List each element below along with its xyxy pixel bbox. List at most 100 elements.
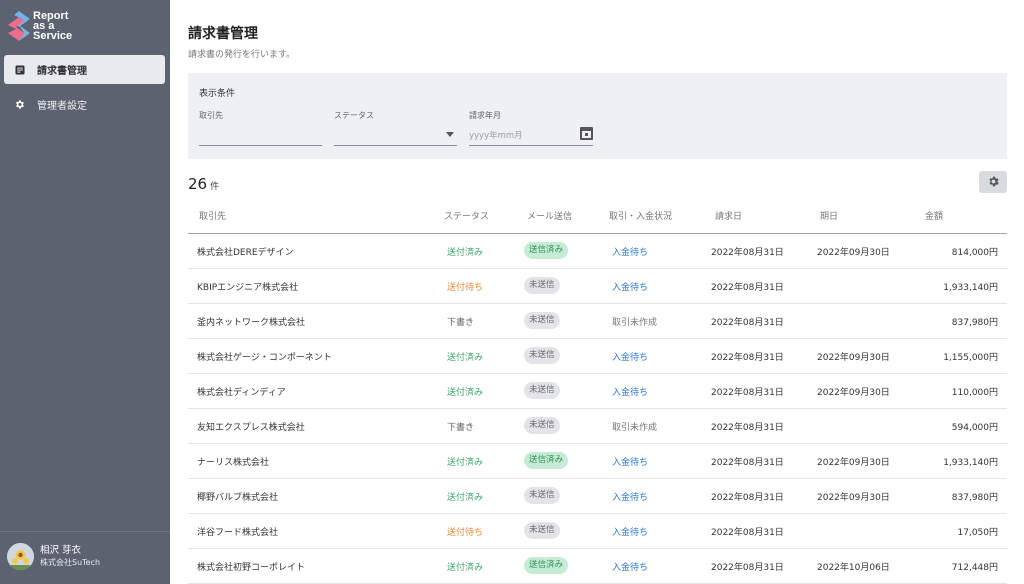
payment-status-link[interactable]: 入金待ち: [612, 280, 648, 293]
table-row[interactable]: KBIPエンジニア株式会社 送付待ち 未送信 入金待ち 2022年08月31日 …: [188, 269, 1007, 304]
cell-amount: 110,000円: [951, 388, 998, 398]
result-count: 26 件: [188, 175, 219, 193]
cell-invoice-date: 2022年08月31日: [711, 248, 784, 258]
status-badge: 送付済み: [447, 353, 484, 363]
cell-amount: 712,448円: [951, 563, 998, 573]
status-filter-select[interactable]: ステータス: [334, 110, 457, 146]
cell-amount: 1,155,000円: [943, 353, 998, 363]
mail-status-pill: 未送信: [524, 347, 560, 364]
user-name: 相沢 芽衣: [40, 545, 82, 556]
cell-client: 株式会社ゲージ・コンポーネント: [197, 353, 332, 363]
cell-due-date: 2022年09月30日: [817, 388, 890, 398]
mail-status-pill: 未送信: [524, 417, 560, 434]
cell-client: 株式会社初野コーポレイト: [197, 563, 306, 573]
payment-status-link[interactable]: 入金待ち: [612, 245, 648, 258]
payment-status-link[interactable]: 入金待ち: [612, 385, 648, 398]
cell-due-date: 2022年09月30日: [817, 248, 890, 258]
status-badge: 送付済み: [447, 458, 484, 468]
cell-amount: 594,000円: [951, 423, 998, 433]
cell-due-date: 2022年09月30日: [817, 458, 890, 468]
cell-invoice-date: 2022年08月31日: [711, 528, 784, 538]
app-logo[interactable]: Report as a Service: [8, 9, 72, 43]
table-row[interactable]: 椰野バルブ株式会社 送付済み 未送信 入金待ち 2022年08月31日 2022…: [188, 479, 1007, 514]
user-info: 相沢 芽衣 株式会社SuTech: [40, 545, 100, 568]
result-count-number: 26: [188, 175, 208, 193]
mail-status-pill: 送信済み: [524, 452, 569, 469]
cell-invoice-date: 2022年08月31日: [711, 283, 784, 293]
cell-invoice-date: 2022年08月31日: [711, 353, 784, 363]
payment-status-text: 取引未作成: [612, 318, 658, 328]
payment-status-link[interactable]: 入金待ち: [612, 560, 648, 573]
column-header-payment[interactable]: 取引・入金状況: [609, 209, 672, 222]
sidebar-nav: 請求書管理 管理者設定: [4, 55, 165, 125]
status-badge: 送付済み: [447, 563, 484, 573]
cell-amount: 837,980円: [951, 493, 998, 503]
sidebar-item-label: 管理者設定: [37, 101, 87, 112]
table-row[interactable]: 洋谷フード株式会社 送付待ち 未送信 入金待ち 2022年08月31日 17,0…: [188, 514, 1007, 549]
cell-client: ナーリス株式会社: [197, 458, 270, 468]
cell-invoice-date: 2022年08月31日: [711, 423, 784, 433]
cell-invoice-date: 2022年08月31日: [711, 388, 784, 398]
column-header-client[interactable]: 取引先: [199, 209, 226, 222]
cell-client: 釜内ネットワーク株式会社: [197, 318, 306, 328]
sidebar-item-invoice-management[interactable]: 請求書管理: [4, 55, 165, 84]
month-filter-underline: [469, 145, 593, 146]
cell-amount: 837,980円: [951, 318, 998, 328]
sidebar-item-admin-settings[interactable]: 管理者設定: [4, 90, 165, 119]
cell-amount: 1,933,140円: [943, 458, 998, 468]
payment-status-link[interactable]: 入金待ち: [612, 350, 648, 363]
chevron-down-icon[interactable]: [446, 132, 454, 137]
status-badge: 送付済み: [447, 248, 484, 258]
payment-status-link[interactable]: 入金待ち: [612, 455, 648, 468]
column-header-due-date[interactable]: 期日: [820, 209, 838, 222]
logo-text: Report as a Service: [33, 11, 72, 42]
month-filter-field[interactable]: 請求年月 yyyy年mm月: [469, 110, 593, 146]
column-header-status[interactable]: ステータス: [444, 209, 489, 222]
cell-client: 椰野バルブ株式会社: [197, 493, 279, 503]
table-row[interactable]: 株式会社DEREデザイン 送付済み 送信済み 入金待ち 2022年08月31日 …: [188, 234, 1007, 269]
table-header: 取引先 ステータス メール送信 取引・入金状況 請求日 期日 金額: [188, 200, 1007, 234]
mail-status-pill: 未送信: [524, 277, 560, 294]
filter-panel: 表示条件 取引先 ステータス 請求年月 yyyy年mm月: [188, 73, 1007, 159]
status-filter-label: ステータス: [334, 111, 374, 120]
cell-invoice-date: 2022年08月31日: [711, 458, 784, 468]
document-icon: [14, 64, 25, 75]
cell-client: KBIPエンジニア株式会社: [197, 283, 299, 293]
calendar-icon[interactable]: [580, 127, 593, 140]
mail-status-pill: 未送信: [524, 522, 560, 539]
payment-status-link[interactable]: 入金待ち: [612, 490, 648, 503]
cell-amount: 1,933,140円: [943, 283, 998, 293]
table-row[interactable]: 株式会社初野コーポレイト 送付済み 送信済み 入金待ち 2022年08月31日 …: [188, 549, 1007, 584]
client-filter-label: 取引先: [199, 111, 223, 120]
status-badge: 送付済み: [447, 388, 484, 398]
client-filter-field[interactable]: 取引先: [199, 110, 322, 146]
cell-invoice-date: 2022年08月31日: [711, 318, 784, 328]
table-row[interactable]: ナーリス株式会社 送付済み 送信済み 入金待ち 2022年08月31日 2022…: [188, 444, 1007, 479]
user-company: 株式会社SuTech: [40, 558, 101, 567]
gear-icon: [14, 99, 25, 110]
table-row[interactable]: 株式会社ディンディア 送付済み 未送信 入金待ち 2022年08月31日 202…: [188, 374, 1007, 409]
main-content: 請求書管理 請求書の発行を行います。 表示条件 取引先 ステータス 請求年月 y…: [170, 0, 1024, 584]
gear-icon: [987, 173, 1000, 192]
table-row[interactable]: 友知エクスプレス株式会社 下書き 未送信 取引未作成 2022年08月31日 5…: [188, 409, 1007, 444]
month-filter-label: 請求年月: [469, 111, 501, 120]
cell-due-date: 2022年09月30日: [817, 353, 890, 363]
cell-due-date: 2022年10月06日: [817, 563, 890, 573]
cell-due-date: 2022年09月30日: [817, 493, 890, 503]
column-header-invoice-date[interactable]: 請求日: [715, 209, 742, 222]
client-filter-underline: [199, 145, 322, 146]
user-profile[interactable]: 相沢 芽衣 株式会社SuTech: [7, 543, 100, 570]
column-header-mail[interactable]: メール送信: [527, 209, 572, 222]
avatar: [7, 543, 34, 570]
payment-status-link[interactable]: 入金待ち: [612, 525, 648, 538]
table-body: 株式会社DEREデザイン 送付済み 送信済み 入金待ち 2022年08月31日 …: [188, 234, 1007, 584]
table-row[interactable]: 釜内ネットワーク株式会社 下書き 未送信 取引未作成 2022年08月31日 8…: [188, 304, 1007, 339]
column-header-amount[interactable]: 金額: [925, 209, 943, 222]
table-row[interactable]: 株式会社ゲージ・コンポーネント 送付済み 未送信 入金待ち 2022年08月31…: [188, 339, 1007, 374]
mail-status-pill: 未送信: [524, 487, 560, 504]
mail-status-pill: 未送信: [524, 312, 560, 329]
mail-status-pill: 送信済み: [524, 557, 569, 574]
table-settings-button[interactable]: [979, 171, 1007, 193]
cell-invoice-date: 2022年08月31日: [711, 563, 784, 573]
result-count-unit: 件: [210, 182, 220, 192]
